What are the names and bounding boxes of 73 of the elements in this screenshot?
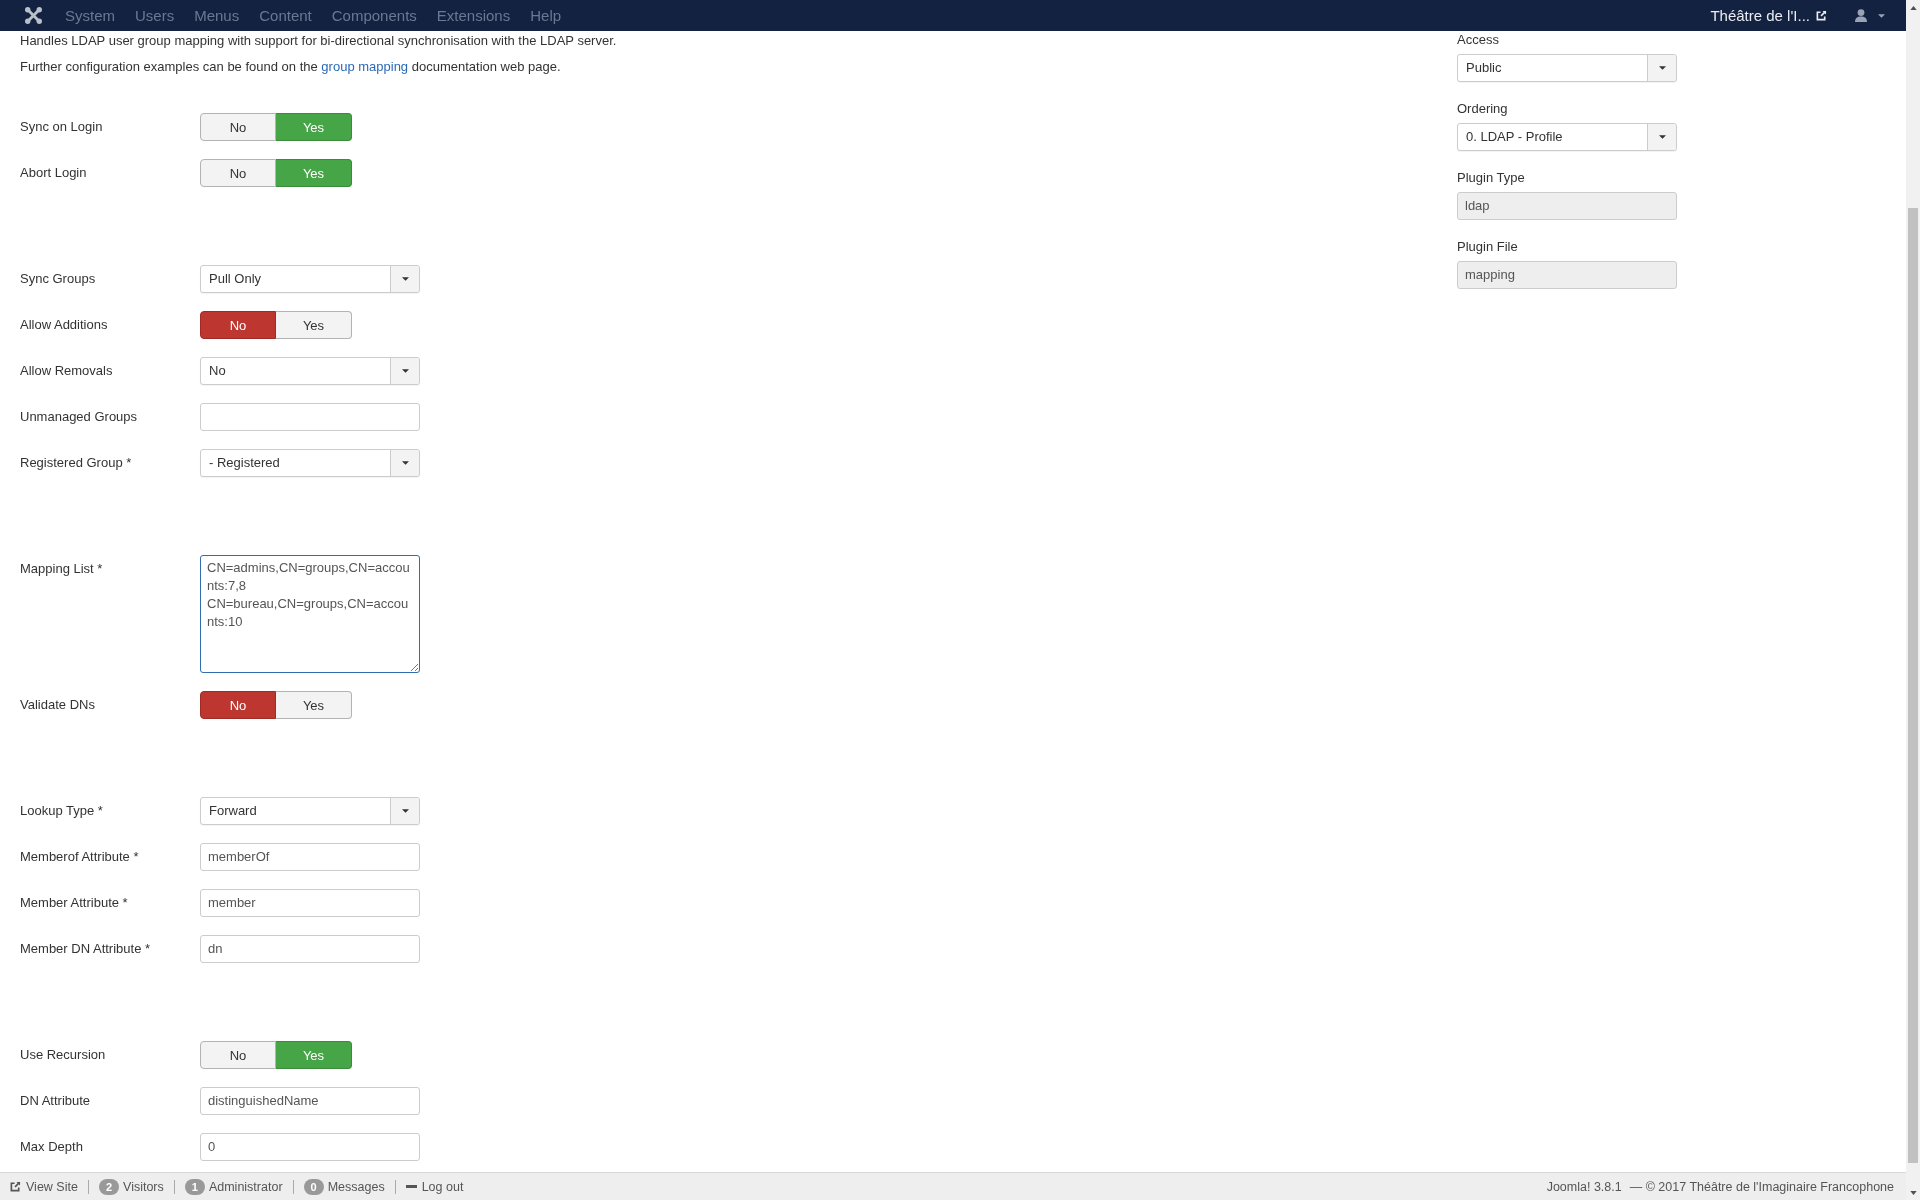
caret-icon [401, 369, 409, 373]
text-field[interactable]: member [200, 889, 420, 917]
field-label: Access [1457, 32, 1499, 48]
view-site-link[interactable]: View Site [10, 1179, 78, 1194]
readonly-field[interactable]: ldap [1457, 192, 1677, 220]
select-dropdown[interactable]: Forward [200, 797, 420, 825]
caret-icon [1658, 135, 1666, 139]
toggle-option[interactable]: No [200, 159, 276, 187]
status-link[interactable]: Visitors [123, 1179, 164, 1194]
select-dropdown[interactable]: Public [1457, 54, 1677, 82]
field-label: Sync on Login [20, 118, 104, 136]
logo-icon[interactable] [25, 7, 42, 24]
count-badge: 0 [303, 1178, 324, 1195]
field-label: Lookup Type * [20, 802, 104, 820]
count-badge: 2 [98, 1178, 119, 1195]
description-text: Further configuration examples can be found on the group mapping documentation web page. [20, 58, 562, 76]
caret-icon [1878, 13, 1885, 18]
scroll-down-arrow-icon[interactable] [1909, 1191, 1917, 1195]
site-link[interactable]: Théâtre de l'I... [1710, 7, 1827, 24]
field-label: Registered Group * [20, 454, 133, 472]
caret-icon [401, 277, 409, 281]
toggle-option[interactable]: No [200, 1041, 276, 1069]
logout-link[interactable]: Log out [405, 1179, 464, 1194]
field-label: Ordering [1457, 101, 1508, 117]
text-field[interactable]: memberOf [200, 843, 420, 871]
field-label: Plugin Type [1457, 170, 1525, 186]
status-link[interactable]: Administrator [208, 1179, 283, 1194]
select-dropdown[interactable]: Pull Only [200, 265, 420, 293]
text-field[interactable]: distinguishedName [200, 1087, 420, 1115]
select-dropdown[interactable]: 0. LDAP - Profile [1457, 123, 1677, 151]
field-label: Mapping List * [20, 560, 104, 578]
field-label: Allow Additions [20, 316, 109, 334]
minus-icon [405, 1185, 417, 1188]
copyright-text: — © 2017 Théâtre de l'Imaginaire Francophone [1629, 1179, 1894, 1194]
toggle-option[interactable]: No [200, 113, 276, 141]
toggle-option[interactable]: Yes [276, 691, 352, 719]
textarea-field[interactable]: CN=admins,CN=groups,CN=accounts:7,8 CN=bureau,CN=groups,CN=accounts:10 [200, 555, 420, 673]
field-label: Use Recursion [20, 1046, 107, 1064]
external-link-icon [1816, 10, 1827, 21]
caret-icon [401, 461, 409, 465]
field-label: Unmanaged Groups [20, 408, 139, 426]
field-label: Plugin File [1457, 239, 1518, 255]
user-icon [1855, 9, 1867, 22]
select-dropdown[interactable]: - Registered [200, 449, 420, 477]
field-label: Member DN Attribute * [20, 940, 152, 958]
text-field[interactable]: 0 [200, 1133, 420, 1161]
version-text: Joomla! 3.8.1 [1546, 1179, 1622, 1194]
resize-grip-icon[interactable] [410, 663, 418, 671]
field-label: Sync Groups [20, 270, 97, 288]
text-field[interactable] [200, 403, 420, 431]
user-menu-button[interactable] [1855, 9, 1885, 22]
field-label: Validate DNs [20, 696, 96, 714]
doc-link[interactable]: group mapping [321, 59, 409, 74]
toggle-option[interactable]: Yes [276, 311, 352, 339]
field-label: Max Depth [20, 1138, 84, 1156]
readonly-field[interactable]: mapping [1457, 261, 1677, 289]
caret-icon [1658, 66, 1666, 70]
scroll-up-arrow-icon[interactable] [1909, 6, 1917, 10]
field-label: Memberof Attribute * [20, 848, 140, 866]
field-label: Allow Removals [20, 362, 114, 380]
field-label: DN Attribute [20, 1092, 92, 1110]
select-dropdown[interactable]: No [200, 357, 420, 385]
field-label: Abort Login [20, 164, 88, 182]
description-text: Handles LDAP user group mapping with support for bi-directional synchronisation with the LDAP server. [20, 32, 618, 50]
toggle-option[interactable]: No [200, 311, 276, 339]
scrollbar-thumb[interactable] [1908, 208, 1918, 1163]
status-link[interactable]: Messages [327, 1179, 385, 1194]
field-label: Member Attribute * [20, 894, 129, 912]
toggle-option[interactable]: No [200, 691, 276, 719]
caret-icon [401, 809, 409, 813]
external-link-icon [10, 1181, 21, 1192]
count-badge: 1 [184, 1178, 205, 1195]
text-field[interactable]: dn [200, 935, 420, 963]
